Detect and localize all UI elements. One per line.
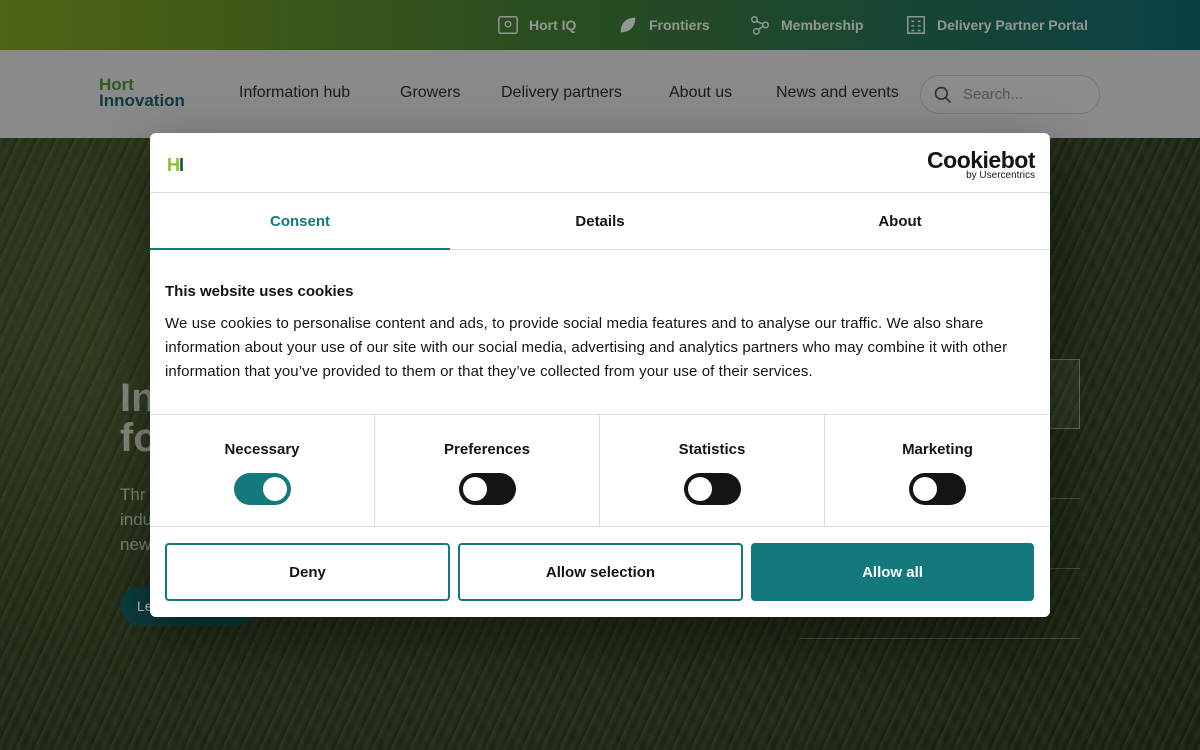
nav-news-and-events[interactable]: News and events: [776, 84, 899, 102]
hort-iq-label: Hort IQ: [529, 17, 577, 33]
building-icon: [907, 16, 925, 34]
marketing-toggle[interactable]: [909, 473, 966, 505]
hi-logo-h: H: [167, 155, 180, 175]
dialog-tabs: Consent Details About: [150, 193, 1050, 250]
hi-logo: HI: [167, 155, 184, 176]
frontiers-link[interactable]: Frontiers: [617, 0, 710, 50]
toggle-knob: [463, 477, 487, 501]
hort-iq-link[interactable]: Hort IQ: [497, 0, 576, 50]
nav-information-hub[interactable]: Information hub: [239, 84, 350, 102]
category-label: Preferences: [444, 441, 530, 458]
hero-text: Thr indu new: [120, 482, 152, 557]
hero-divider: [800, 638, 1080, 639]
hero-text-line-1: Thr: [120, 485, 146, 504]
hero-text-line-2: indu: [120, 510, 153, 529]
nav-about-us[interactable]: About us: [669, 84, 732, 102]
statistics-toggle[interactable]: [684, 473, 741, 505]
search-input[interactable]: [963, 86, 1083, 103]
delivery-partner-portal-link[interactable]: Delivery Partner Portal: [905, 0, 1088, 50]
category-marketing: Marketing: [825, 415, 1050, 527]
cookie-consent-dialog: HI Cookiebot by Usercentrics Consent Det…: [150, 133, 1050, 617]
allow-all-button[interactable]: Allow all: [751, 543, 1034, 601]
leaf-icon: [620, 17, 636, 33]
toggle-knob: [913, 477, 937, 501]
nav-delivery-partners[interactable]: Delivery partners: [501, 84, 622, 102]
search-icon: [934, 86, 952, 103]
necessary-toggle[interactable]: [234, 473, 291, 505]
tab-about[interactable]: About: [750, 193, 1050, 249]
frontiers-label: Frontiers: [649, 17, 710, 33]
cookiebot-name: Cookiebot: [927, 147, 1035, 173]
hero-text-line-3: new: [120, 535, 152, 554]
logo-line-2: Innovation: [99, 91, 185, 110]
dialog-title: This website uses cookies: [165, 283, 354, 300]
deny-button[interactable]: Deny: [165, 543, 450, 601]
tab-details[interactable]: Details: [450, 193, 750, 249]
category-label: Necessary: [224, 441, 300, 458]
delivery-partner-portal-label: Delivery Partner Portal: [937, 17, 1088, 33]
toggle-knob: [263, 477, 287, 501]
cookie-categories: Necessary Preferences Statistics Marketi…: [150, 414, 1050, 527]
tab-consent[interactable]: Consent: [150, 193, 450, 250]
category-preferences: Preferences: [375, 415, 600, 527]
dialog-description: We use cookies to personalise content an…: [165, 315, 1008, 380]
cookiebot-logo[interactable]: Cookiebot by Usercentrics: [927, 148, 1035, 181]
search-box[interactable]: [920, 75, 1100, 114]
map-pin-icon: [498, 16, 518, 34]
membership-link[interactable]: Membership: [749, 0, 863, 50]
preferences-toggle[interactable]: [459, 473, 516, 505]
hort-innovation-logo[interactable]: Hort Innovation: [99, 76, 185, 110]
utility-bar: Hort IQ Frontiers Membership Delivery Pa…: [0, 0, 1200, 50]
category-necessary: Necessary: [150, 415, 375, 527]
nav-growers[interactable]: Growers: [400, 84, 460, 102]
category-label: Statistics: [678, 441, 746, 458]
hi-logo-i: I: [179, 155, 184, 175]
toggle-knob: [688, 477, 712, 501]
category-statistics: Statistics: [600, 415, 825, 527]
dialog-header: HI Cookiebot by Usercentrics: [150, 133, 1050, 193]
category-label: Marketing: [902, 441, 973, 458]
allow-selection-button[interactable]: Allow selection: [458, 543, 743, 601]
network-icon: [751, 16, 769, 35]
membership-label: Membership: [781, 17, 864, 33]
